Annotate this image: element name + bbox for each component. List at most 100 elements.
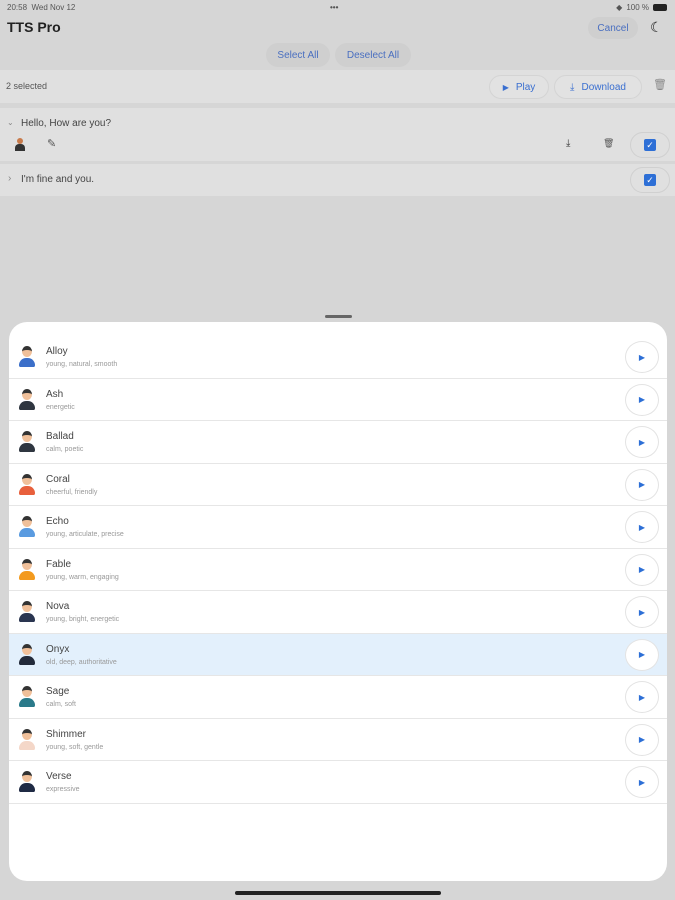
- item-text[interactable]: I'm fine and you.: [21, 174, 94, 185]
- edit-voice-icon[interactable]: ✎: [47, 137, 56, 150]
- voice-description: expressive: [46, 786, 80, 793]
- item-checkbox[interactable]: ✓: [630, 167, 670, 193]
- avatar-icon: [18, 473, 36, 496]
- play-icon: ▶: [638, 522, 646, 532]
- avatar-icon: [18, 728, 36, 751]
- preview-play-button[interactable]: ▶: [625, 468, 659, 501]
- date: Wed Nov 12: [31, 3, 76, 12]
- preview-play-button[interactable]: ▶: [625, 383, 659, 416]
- voice-row-fable[interactable]: Fable young, warm, engaging ▶: [9, 549, 667, 591]
- play-icon: ▶: [638, 650, 646, 659]
- voice-row-alloy[interactable]: Alloy young, natural, smooth ▶: [9, 336, 667, 379]
- play-icon: ▶: [638, 437, 646, 447]
- app-title: TTS Pro: [7, 19, 61, 35]
- voice-name: Fable: [46, 558, 72, 570]
- time: 20:58: [7, 3, 28, 12]
- voice-row-sage[interactable]: Sage calm, soft ▶: [9, 676, 667, 719]
- voice-picker-sheet: Alloy young, natural, smooth ▶ Ash energ…: [9, 322, 667, 881]
- voice-description: old, deep, authoritative: [46, 658, 117, 666]
- wifi-icon: ◆: [616, 3, 623, 12]
- deselect-all-button[interactable]: Deselect All: [335, 43, 411, 67]
- preview-play-button[interactable]: ▶: [625, 341, 659, 373]
- voice-name: Coral: [46, 473, 70, 485]
- voice-row-shimmer[interactable]: Shimmer young, soft, gentle ▶: [9, 719, 667, 761]
- voice-avatar-icon[interactable]: [15, 138, 25, 152]
- sheet-grabber[interactable]: [325, 315, 352, 318]
- voice-row-coral[interactable]: Coral cheerful, friendly ▶: [9, 464, 667, 506]
- avatar-icon: [18, 643, 36, 666]
- chevron-right-icon[interactable]: ›: [8, 173, 11, 184]
- delete-item-icon[interactable]: 🗑: [603, 138, 614, 149]
- battery-icon: [653, 4, 667, 11]
- item-checkbox[interactable]: ✓: [630, 132, 670, 158]
- home-indicator[interactable]: [235, 891, 441, 895]
- voice-row-verse[interactable]: Verse expressive ▶: [9, 761, 667, 804]
- play-label: Play: [515, 81, 536, 93]
- voice-name: Shimmer: [46, 728, 87, 740]
- selection-toolbar: 2 selected ▶ Play ⤓ Download 🗑: [0, 70, 675, 103]
- text-item: › I'm fine and you. ✓: [0, 164, 675, 196]
- trash-icon[interactable]: 🗑: [653, 78, 667, 91]
- play-icon: ▶: [502, 82, 509, 92]
- voice-description: young, warm, engaging: [46, 573, 119, 581]
- voice-name: Verse: [46, 771, 72, 782]
- play-icon: ▶: [638, 480, 646, 489]
- multitask-dots[interactable]: •••: [330, 3, 338, 12]
- voice-name: Ballad: [46, 431, 74, 442]
- avatar-icon: [18, 516, 36, 538]
- download-label: Download: [581, 81, 626, 93]
- voice-description: calm, soft: [46, 701, 76, 708]
- checkmark-icon: ✓: [644, 139, 656, 151]
- voice-row-echo[interactable]: Echo young, articulate, precise ▶: [9, 506, 667, 549]
- voice-description: young, soft, gentle: [46, 743, 104, 751]
- voice-description: young, bright, energetic: [46, 616, 120, 623]
- avatar-icon: [18, 346, 36, 368]
- play-button[interactable]: ▶ Play: [489, 75, 549, 99]
- download-item-icon[interactable]: ⤓: [566, 138, 570, 149]
- preview-play-button[interactable]: ▶: [625, 511, 659, 543]
- preview-play-button[interactable]: ▶: [625, 426, 659, 458]
- play-icon: ▶: [638, 352, 646, 362]
- play-icon: ▶: [638, 565, 646, 574]
- voice-description: energetic: [46, 403, 75, 411]
- avatar-icon: [18, 431, 36, 453]
- play-icon: ▶: [638, 607, 646, 617]
- avatar-icon: [18, 601, 36, 623]
- status-battery: ◆ 100 %: [616, 3, 667, 12]
- chevron-down-icon[interactable]: ⌄: [7, 118, 14, 127]
- avatar-icon: [18, 558, 36, 581]
- preview-play-button[interactable]: ▶: [625, 596, 659, 628]
- text-item: ⌄ Hello, How are you? ✎ ⤓ 🗑 ✓: [0, 108, 675, 161]
- item-text[interactable]: Hello, How are you?: [21, 118, 111, 129]
- dark-mode-moon-icon[interactable]: ☾: [650, 19, 663, 36]
- avatar-icon: [18, 388, 36, 411]
- preview-play-button[interactable]: ▶: [625, 681, 659, 713]
- cancel-button[interactable]: Cancel: [588, 17, 638, 39]
- battery-text: 100 %: [626, 3, 649, 12]
- voice-row-nova[interactable]: Nova young, bright, energetic ▶: [9, 591, 667, 634]
- play-icon: ▶: [638, 777, 646, 787]
- play-icon: ▶: [638, 735, 646, 744]
- preview-play-button[interactable]: ▶: [625, 638, 659, 671]
- voice-row-ash[interactable]: Ash energetic ▶: [9, 379, 667, 421]
- preview-play-button[interactable]: ▶: [625, 766, 659, 798]
- voice-row-ballad[interactable]: Ballad calm, poetic ▶: [9, 421, 667, 464]
- avatar-icon: [18, 771, 36, 793]
- selected-count: 2 selected: [6, 81, 48, 91]
- download-button[interactable]: ⤓ Download: [554, 75, 642, 99]
- voice-description: young, natural, smooth: [46, 361, 118, 368]
- preview-play-button[interactable]: ▶: [625, 553, 659, 586]
- avatar-icon: [18, 686, 36, 708]
- download-icon: ⤓: [570, 81, 575, 93]
- voice-name: Alloy: [46, 346, 68, 357]
- select-all-button[interactable]: Select All: [266, 43, 330, 67]
- preview-play-button[interactable]: ▶: [625, 723, 659, 756]
- voice-description: calm, poetic: [46, 446, 84, 453]
- play-icon: ▶: [638, 692, 646, 702]
- play-icon: ▶: [638, 395, 646, 404]
- status-time: 20:58 Wed Nov 12: [7, 3, 75, 12]
- voice-name: Echo: [46, 516, 69, 527]
- voice-description: young, articulate, precise: [46, 531, 124, 538]
- voice-row-onyx[interactable]: Onyx old, deep, authoritative ▶: [9, 633, 667, 676]
- voice-name: Onyx: [46, 643, 70, 655]
